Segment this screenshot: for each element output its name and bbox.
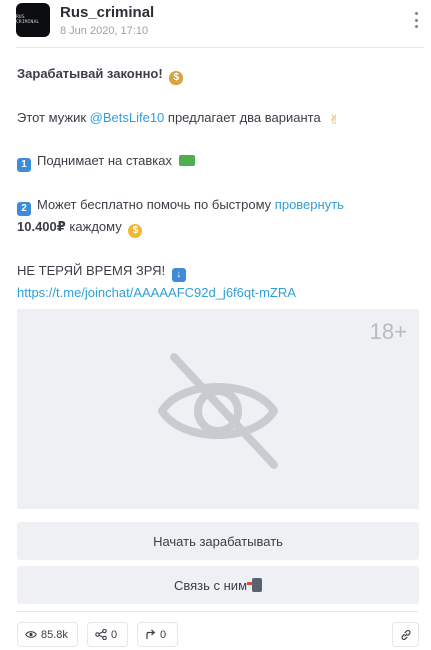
down-arrow-icon: ↓ xyxy=(171,268,186,282)
views-counter[interactable]: 85.8k xyxy=(17,622,78,647)
option-two-suffix: каждому xyxy=(65,219,122,234)
channel-name[interactable]: Rus_criminal xyxy=(60,4,154,21)
forwards-counter[interactable]: 0 xyxy=(137,622,178,647)
post-text: Зарабатывай законно! $ Этот мужик @BetsL… xyxy=(17,63,417,303)
line-text: предлагает два варианта xyxy=(164,110,321,125)
media-placeholder[interactable]: 18+ xyxy=(17,309,419,509)
share-icon xyxy=(95,629,107,640)
shares-counter[interactable]: 0 xyxy=(87,622,128,647)
money-face-emoji: $ xyxy=(128,224,143,238)
option-two-text: Может бесплатно помочь по быстрому xyxy=(37,197,275,212)
invite-link[interactable]: https://t.me/joinchat/AAAAAFC92d_j6f6qt-… xyxy=(17,285,296,300)
forward-arrow-icon xyxy=(146,629,156,639)
divider xyxy=(16,611,418,612)
money-bag-emoji: $ xyxy=(169,71,184,85)
button-label: Связь с ним xyxy=(173,577,248,593)
avatar-text: RUS CRIMINAL xyxy=(16,15,40,25)
post-headline: Зарабатывай законно! xyxy=(17,66,163,81)
keycap-two-icon: 2 xyxy=(17,202,31,216)
contact-button[interactable]: Связь с ним xyxy=(17,566,419,604)
cta-text: НЕ ТЕРЯЙ ВРЕМЯ ЗРЯ! xyxy=(17,263,166,278)
eye-slash-icon xyxy=(158,353,278,469)
start-earning-button[interactable]: Начать зарабатывать xyxy=(17,522,419,560)
phone-arrow-emoji xyxy=(247,578,263,592)
channel-avatar[interactable]: RUS CRIMINAL xyxy=(16,3,50,37)
button-label: Начать зарабатывать xyxy=(153,533,283,549)
post-date: 8 Jun 2020, 17:10 xyxy=(60,25,149,37)
inline-link[interactable]: провернуть xyxy=(275,197,344,212)
forwards-count: 0 xyxy=(160,628,167,641)
victory-hand-emoji: ✌ xyxy=(328,112,340,127)
age-restriction-badge: 18+ xyxy=(369,319,407,344)
copy-link-button[interactable] xyxy=(392,622,419,647)
option-one-text: Поднимает на ставках xyxy=(37,153,173,168)
amount-text: 10.400₽ xyxy=(17,219,66,234)
link-icon xyxy=(401,629,410,640)
keycap-one-icon: 1 xyxy=(17,158,31,172)
line-text: Этот мужик xyxy=(17,110,90,125)
eye-icon xyxy=(25,631,37,638)
shares-count: 0 xyxy=(111,628,118,641)
post-header: RUS CRIMINAL Rus_criminal 8 Jun 2020, 17… xyxy=(16,0,424,48)
views-count: 85.8k xyxy=(41,628,68,641)
money-emoji xyxy=(178,155,195,166)
mention-link[interactable]: @BetsLife10 xyxy=(90,110,165,125)
more-options-icon[interactable] xyxy=(412,10,420,30)
